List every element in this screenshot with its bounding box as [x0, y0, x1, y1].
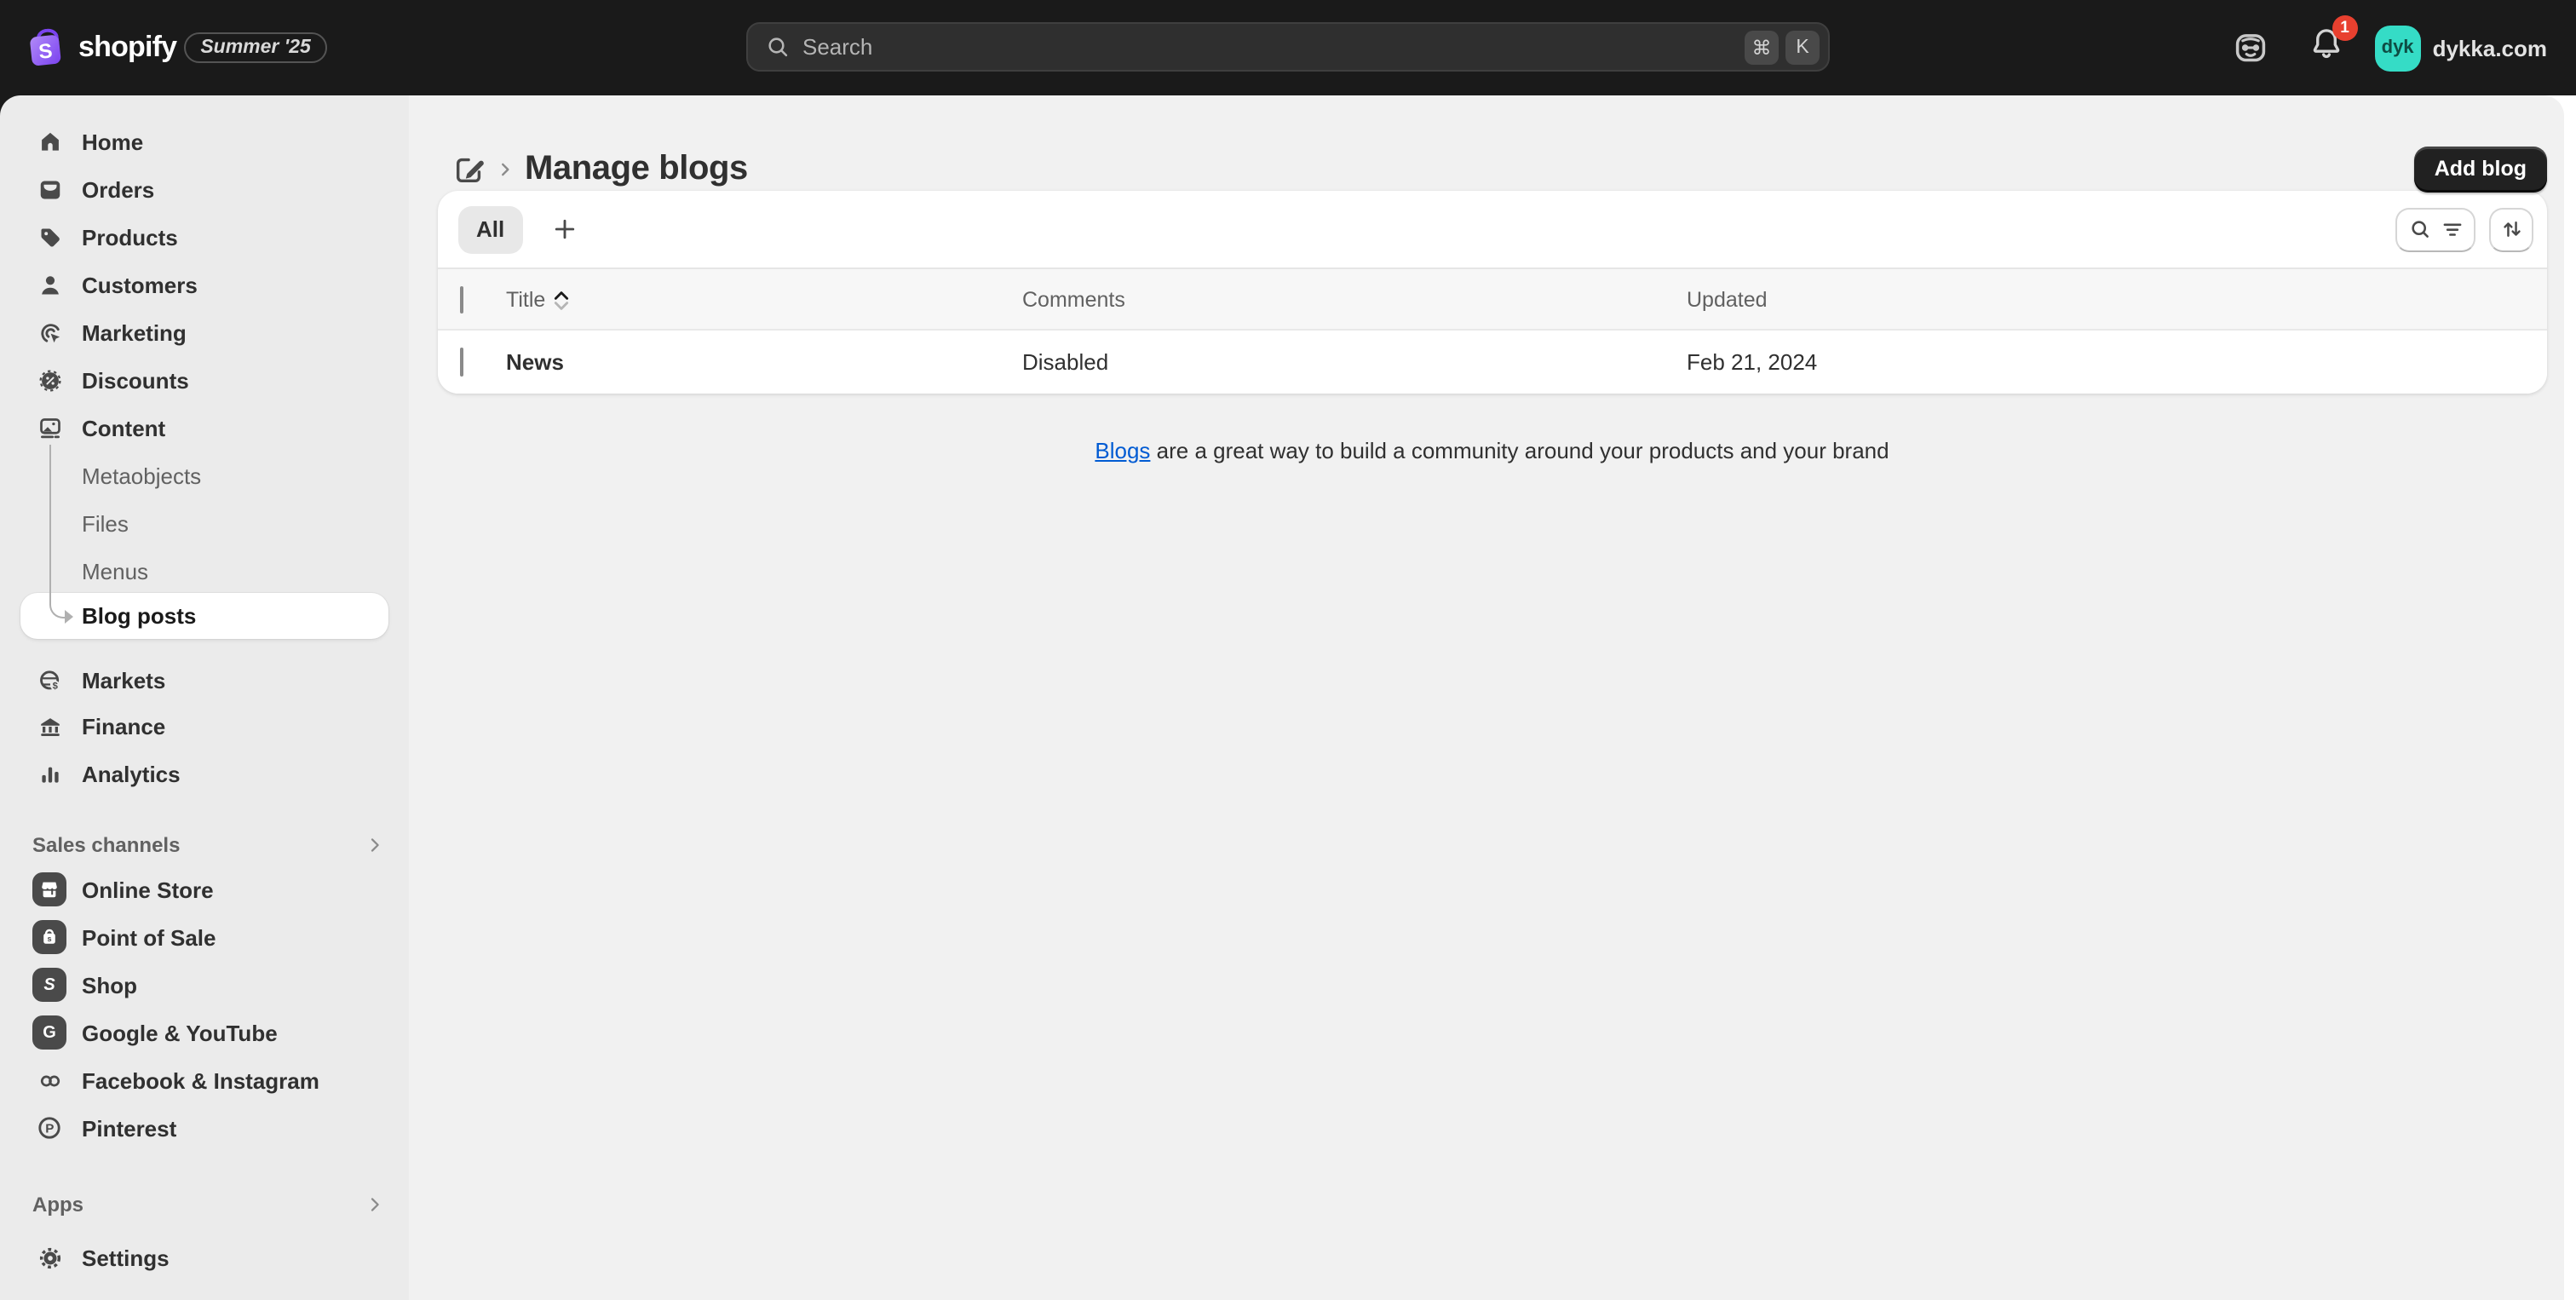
- finance-bank-icon: [32, 709, 66, 743]
- markets-globe-icon: $: [32, 663, 66, 697]
- sidebar-item-google-youtube[interactable]: G Google & YouTube: [0, 1009, 409, 1056]
- sidebar-item-orders[interactable]: Orders: [0, 165, 409, 213]
- search-icon: [2411, 221, 2428, 238]
- orders-icon: [32, 172, 66, 206]
- sidebar-item-point-of-sale[interactable]: s Point of Sale: [0, 913, 409, 961]
- sidebar-item-pinterest[interactable]: P Pinterest: [0, 1104, 409, 1152]
- sidebar-item-discounts[interactable]: Discounts: [0, 356, 409, 404]
- meta-icon: [32, 1063, 66, 1097]
- home-icon: [32, 124, 66, 158]
- page-header: Manage blogs Add blog: [437, 146, 2547, 192]
- notification-count-badge: 1: [2332, 15, 2358, 41]
- content-surface: Home Orders Products Customers Marketing: [0, 95, 2564, 1300]
- search-icon: [768, 37, 788, 57]
- blog-updated-cell: Feb 21, 2024: [1687, 349, 1818, 375]
- tree-connector-arrow-icon: [65, 610, 73, 624]
- store-avatar: dyk: [2374, 25, 2421, 71]
- plus-icon: [555, 219, 574, 239]
- sidebar-item-home[interactable]: Home: [0, 118, 409, 165]
- blogs-index-card: All Title Comments Updated News Disabled…: [437, 191, 2547, 394]
- point-of-sale-icon: s: [32, 920, 66, 954]
- store-domain: dykka.com: [2432, 35, 2547, 60]
- column-header-comments[interactable]: Comments: [1022, 287, 1687, 311]
- sidebar-item-marketing[interactable]: Marketing: [0, 308, 409, 356]
- pinterest-icon: P: [32, 1111, 66, 1145]
- svg-text:s: s: [47, 935, 51, 943]
- select-all-cell: [437, 285, 506, 313]
- sidebar-item-online-store[interactable]: Online Store: [0, 866, 409, 913]
- index-actions: [2395, 207, 2533, 251]
- shop-app-icon: S: [32, 968, 66, 1002]
- index-filters-bar: All: [437, 191, 2547, 267]
- blog-title-cell[interactable]: News: [506, 349, 1022, 375]
- account-menu[interactable]: dyk dykka.com: [2374, 25, 2547, 71]
- sort-direction-icon[interactable]: [554, 290, 569, 309]
- topbar-right-cluster: 1 dyk dykka.com: [2232, 15, 2547, 71]
- column-header-title[interactable]: Title: [506, 287, 1022, 311]
- chevron-right-icon: [365, 1194, 385, 1215]
- breadcrumb-chevron-icon: [496, 159, 515, 178]
- blogs-help-text: Blogs are a great way to build a communi…: [1095, 438, 1889, 463]
- content-media-icon: [32, 411, 66, 445]
- notifications-button[interactable]: 1: [2309, 15, 2358, 70]
- sidebar-navigation: Home Orders Products Customers Marketing: [0, 95, 409, 1300]
- sidebar-item-blog-posts-selected[interactable]: Blog posts: [20, 593, 388, 639]
- k-key-badge: K: [1785, 30, 1820, 64]
- tree-connector-line: [49, 445, 65, 618]
- sidebar-item-markets[interactable]: $ Markets: [0, 656, 409, 704]
- sidebar-item-products[interactable]: Products: [0, 213, 409, 261]
- app-frame: Home Orders Products Customers Marketing: [0, 95, 2576, 1300]
- sort-button[interactable]: [2489, 207, 2533, 251]
- add-blog-button[interactable]: Add blog: [2413, 146, 2547, 192]
- shopify-wordmark: shopify: [78, 31, 177, 63]
- apps-section-header[interactable]: Apps: [0, 1181, 409, 1228]
- chevron-right-icon: [365, 835, 385, 855]
- sort-arrows-icon: [2503, 221, 2520, 238]
- blog-comments-cell: Disabled: [1022, 349, 1109, 375]
- sidebar-item-facebook-instagram[interactable]: Facebook & Instagram: [0, 1056, 409, 1104]
- sidebar-item-settings[interactable]: Settings: [0, 1234, 409, 1281]
- blog-edit-breadcrumb-icon[interactable]: [451, 152, 486, 186]
- sales-channels-section-header[interactable]: Sales channels: [0, 821, 409, 869]
- column-header-updated[interactable]: Updated: [1687, 287, 2547, 311]
- products-tag-icon: [32, 220, 66, 254]
- page-title: Manage blogs: [525, 149, 748, 187]
- analytics-bars-icon: [32, 756, 66, 791]
- blog-row-news[interactable]: News Disabled Feb 21, 2024: [437, 331, 2547, 394]
- tab-all[interactable]: All: [457, 205, 524, 253]
- row-select-cell: [437, 348, 506, 377]
- settings-gear-icon: [32, 1240, 66, 1274]
- svg-text:$: $: [52, 681, 58, 691]
- svg-text:P: P: [45, 1121, 54, 1136]
- shopify-bag-icon: S: [27, 27, 65, 68]
- google-youtube-icon: G: [32, 1015, 66, 1050]
- sidebar-item-customers[interactable]: Customers: [0, 261, 409, 308]
- cmd-key-badge: ⌘: [1745, 30, 1779, 64]
- marketing-target-icon: [32, 315, 66, 349]
- table-header-row: Title Comments Updated: [437, 267, 2547, 331]
- discounts-seal-icon: [32, 363, 66, 397]
- select-all-checkbox[interactable]: [459, 285, 463, 313]
- sidebar-item-shop[interactable]: S Shop: [0, 961, 409, 1009]
- filter-icon: [2442, 223, 2461, 236]
- top-bar: S shopify Summer '25 Search ⌘ K 1 dyk dy…: [0, 0, 2576, 95]
- blogs-help-link[interactable]: Blogs: [1095, 438, 1150, 463]
- search-and-filter-button[interactable]: [2395, 207, 2475, 251]
- shopify-logo[interactable]: S shopify: [27, 27, 177, 68]
- sidekick-assistant-icon[interactable]: [2232, 29, 2269, 66]
- sidebar-item-analytics[interactable]: Analytics: [0, 750, 409, 797]
- row-checkbox[interactable]: [459, 348, 463, 377]
- sidebar-item-finance[interactable]: Finance: [0, 702, 409, 750]
- release-badge[interactable]: Summer '25: [183, 32, 328, 63]
- search-placeholder: Search: [802, 34, 873, 60]
- main-content: Manage blogs Add blog All Title Comments…: [409, 95, 2564, 1300]
- online-store-icon: [32, 872, 66, 906]
- customers-icon: [32, 267, 66, 302]
- shopify-admin: S shopify Summer '25 Search ⌘ K 1 dyk dy…: [0, 0, 2576, 1300]
- search-input[interactable]: Search ⌘ K: [746, 22, 1830, 72]
- add-view-button[interactable]: [540, 205, 588, 253]
